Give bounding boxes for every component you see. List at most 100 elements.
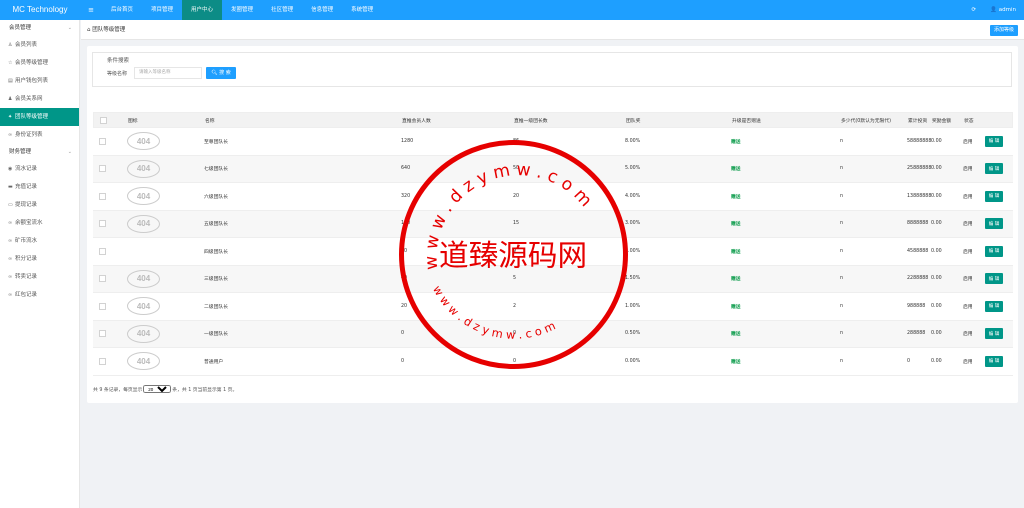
user-menu[interactable]: 👤 admin [990, 7, 1016, 13]
levels-table: 图标 名称 直推会员人数 直推一级团长数 团队奖 升级是否赠送 多少代(0默认为无限代) 累计… [93, 112, 1013, 376]
row-checkbox[interactable] [99, 192, 106, 200]
nav-item[interactable]: 系统管理 [342, 0, 382, 20]
cell-bonus: 0.00% [625, 358, 641, 364]
user-icon: 👤 [990, 7, 999, 13]
sidebar-item[interactable]: ♙ 会员列表 [0, 36, 79, 54]
sidebar-item[interactable]: ✦ 团队等级管理 [0, 108, 79, 126]
sidebar-item-label: 流水记录 [15, 166, 38, 172]
sidebar-item[interactable]: ▤ 用户钱包列表 [0, 72, 79, 90]
nav-item[interactable]: 发圈管理 [222, 0, 262, 20]
cell-leaders: 0 [513, 331, 517, 337]
cell-gen: n [840, 358, 844, 364]
cell-invest: 58888888 [907, 138, 932, 144]
cell-status: 启用 [963, 249, 973, 255]
cell-status: 启用 [963, 222, 973, 228]
row-checkbox[interactable] [99, 302, 106, 310]
edit-button[interactable]: 编 辑 [985, 328, 1003, 340]
cell-direct: 640 [401, 166, 411, 172]
column-header: 图标 [128, 118, 138, 124]
nav-item[interactable]: 后台首页 [102, 0, 142, 20]
sidebar-item[interactable]: ▬ 充值记录 [0, 178, 79, 196]
sidebar-item[interactable]: ☆ 会员等级管理 [0, 54, 79, 72]
cell-name: 二级团队长 [204, 304, 228, 310]
cell-leaders: 9 [513, 248, 517, 254]
sidebar-item-label: 积分记录 [15, 256, 38, 262]
search-button[interactable]: 🔍︎ 搜 索 [206, 67, 236, 79]
cell-gen: n [840, 303, 844, 309]
sidebar-item[interactable]: ∞ 转卖记录 [0, 268, 79, 286]
breadcrumb-label: 团队等级管理 [92, 27, 126, 33]
edit-button[interactable]: 编 辑 [985, 273, 1003, 285]
column-header: 名称 [205, 118, 215, 124]
sidebar-item[interactable]: ∞ 身份证列表 [0, 126, 79, 144]
column-header: 直推会员人数 [402, 118, 431, 124]
edit-button[interactable]: 编 辑 [985, 218, 1003, 230]
sidebar-item[interactable]: ∞ 积分记录 [0, 250, 79, 268]
nav-item[interactable]: 项目管理 [142, 0, 182, 20]
search-button-label: 搜 索 [219, 70, 231, 76]
nav-item[interactable]: 信息管理 [302, 0, 342, 20]
sidebar-item[interactable]: ▭ 提现记录 [0, 196, 79, 214]
search-label: 等级名称 [107, 71, 128, 77]
edit-button[interactable]: 编 辑 [985, 355, 1003, 367]
pager-suffix: 条，共 1 页当前显示第 1 页。 [172, 387, 238, 393]
row-checkbox[interactable] [99, 275, 106, 283]
cell-gift: 赠送 [731, 194, 741, 200]
level-icon-image: 404 [127, 269, 160, 288]
edit-button[interactable]: 编 辑 [985, 135, 1003, 147]
table-row: 404 二级团队长 20 2 1.00% 赠送 n 988888 0.00 启用 编 辑 [93, 293, 1013, 321]
sidebar-item[interactable]: ∞ 余额宝流水 [0, 214, 79, 232]
row-checkbox[interactable] [99, 220, 106, 228]
refresh-icon[interactable]: ⟳ [972, 7, 977, 13]
table-row: 四级团队长 80 9 2.00% 赠送 n 4588888 0.00 启用 编 辑 [93, 238, 1013, 266]
cell-reward: 0.00 [931, 303, 942, 309]
edit-button[interactable]: 编 辑 [985, 245, 1003, 257]
sidebar-item-label: 身份证列表 [15, 132, 43, 138]
table-row: 404 六级团队长 320 20 4.00% 赠送 n 13888888 0.00 启用 编 辑 [93, 183, 1013, 211]
sidebar-item[interactable]: ∞ 矿币流水 [0, 232, 79, 250]
nav-item[interactable]: 用户中心 [182, 0, 223, 20]
row-checkbox[interactable] [99, 357, 106, 365]
link-icon: ∞ [8, 292, 13, 298]
cell-bonus: 5.00% [625, 166, 641, 172]
cell-name: 三级团队长 [204, 277, 228, 283]
page-size-select[interactable]: 20 [143, 385, 172, 393]
menu-toggle-icon[interactable]: ≡ [80, 6, 102, 14]
sidebar-group[interactable]: 财务管理 ⌄ [0, 144, 79, 160]
star-icon: ☆ [8, 60, 13, 66]
sidebar-item[interactable]: ∞ 红包记录 [0, 286, 79, 304]
link-icon: ∞ [8, 256, 13, 262]
nav-item[interactable]: 社区管理 [262, 0, 302, 20]
sidebar-item-label: 会员关系网 [15, 96, 43, 102]
column-header: 多少代(0默认为无限代) [841, 118, 891, 124]
table-row: 404 一级团队长 0 0 0.50% 赠送 n 288888 0.00 启用 编 辑 [93, 320, 1013, 348]
app-logo: MC Technology [12, 5, 68, 14]
row-checkbox[interactable] [99, 330, 106, 338]
cell-gift: 赠送 [731, 332, 741, 338]
cell-direct: 20 [401, 303, 408, 309]
search-input[interactable]: 请输入等级名称 [134, 67, 202, 79]
sidebar-item[interactable]: ♟ 会员关系网 [0, 90, 79, 108]
level-icon-image: 404 [127, 324, 160, 343]
cell-invest: 25888888 [907, 166, 932, 172]
row-checkbox[interactable] [99, 137, 106, 145]
cell-direct: 0 [401, 331, 405, 337]
edit-button[interactable]: 编 辑 [985, 190, 1003, 202]
cell-gen: n [840, 248, 844, 254]
add-level-button[interactable]: 添加等级 [990, 25, 1018, 36]
cell-reward: 0.00 [931, 276, 942, 282]
sidebar-group[interactable]: 会员管理 ⌄ [0, 20, 79, 36]
card-icon: ▬ [8, 184, 13, 190]
pager-prefix: 共 9 条记录，每页显示 [93, 387, 143, 393]
team-icon: ✦ [8, 114, 13, 120]
sidebar-item-label: 充值记录 [15, 184, 38, 190]
edit-button[interactable]: 编 辑 [985, 300, 1003, 312]
row-checkbox[interactable] [99, 247, 106, 255]
edit-button[interactable]: 编 辑 [985, 163, 1003, 175]
select-all-checkbox[interactable] [100, 116, 107, 124]
sidebar-item[interactable]: ◉ 流水记录 [0, 160, 79, 178]
cell-name: 一级团队长 [204, 332, 228, 338]
cell-gen: n [840, 138, 844, 144]
row-checkbox[interactable] [99, 165, 106, 173]
cell-reward: 0.00 [931, 331, 942, 337]
